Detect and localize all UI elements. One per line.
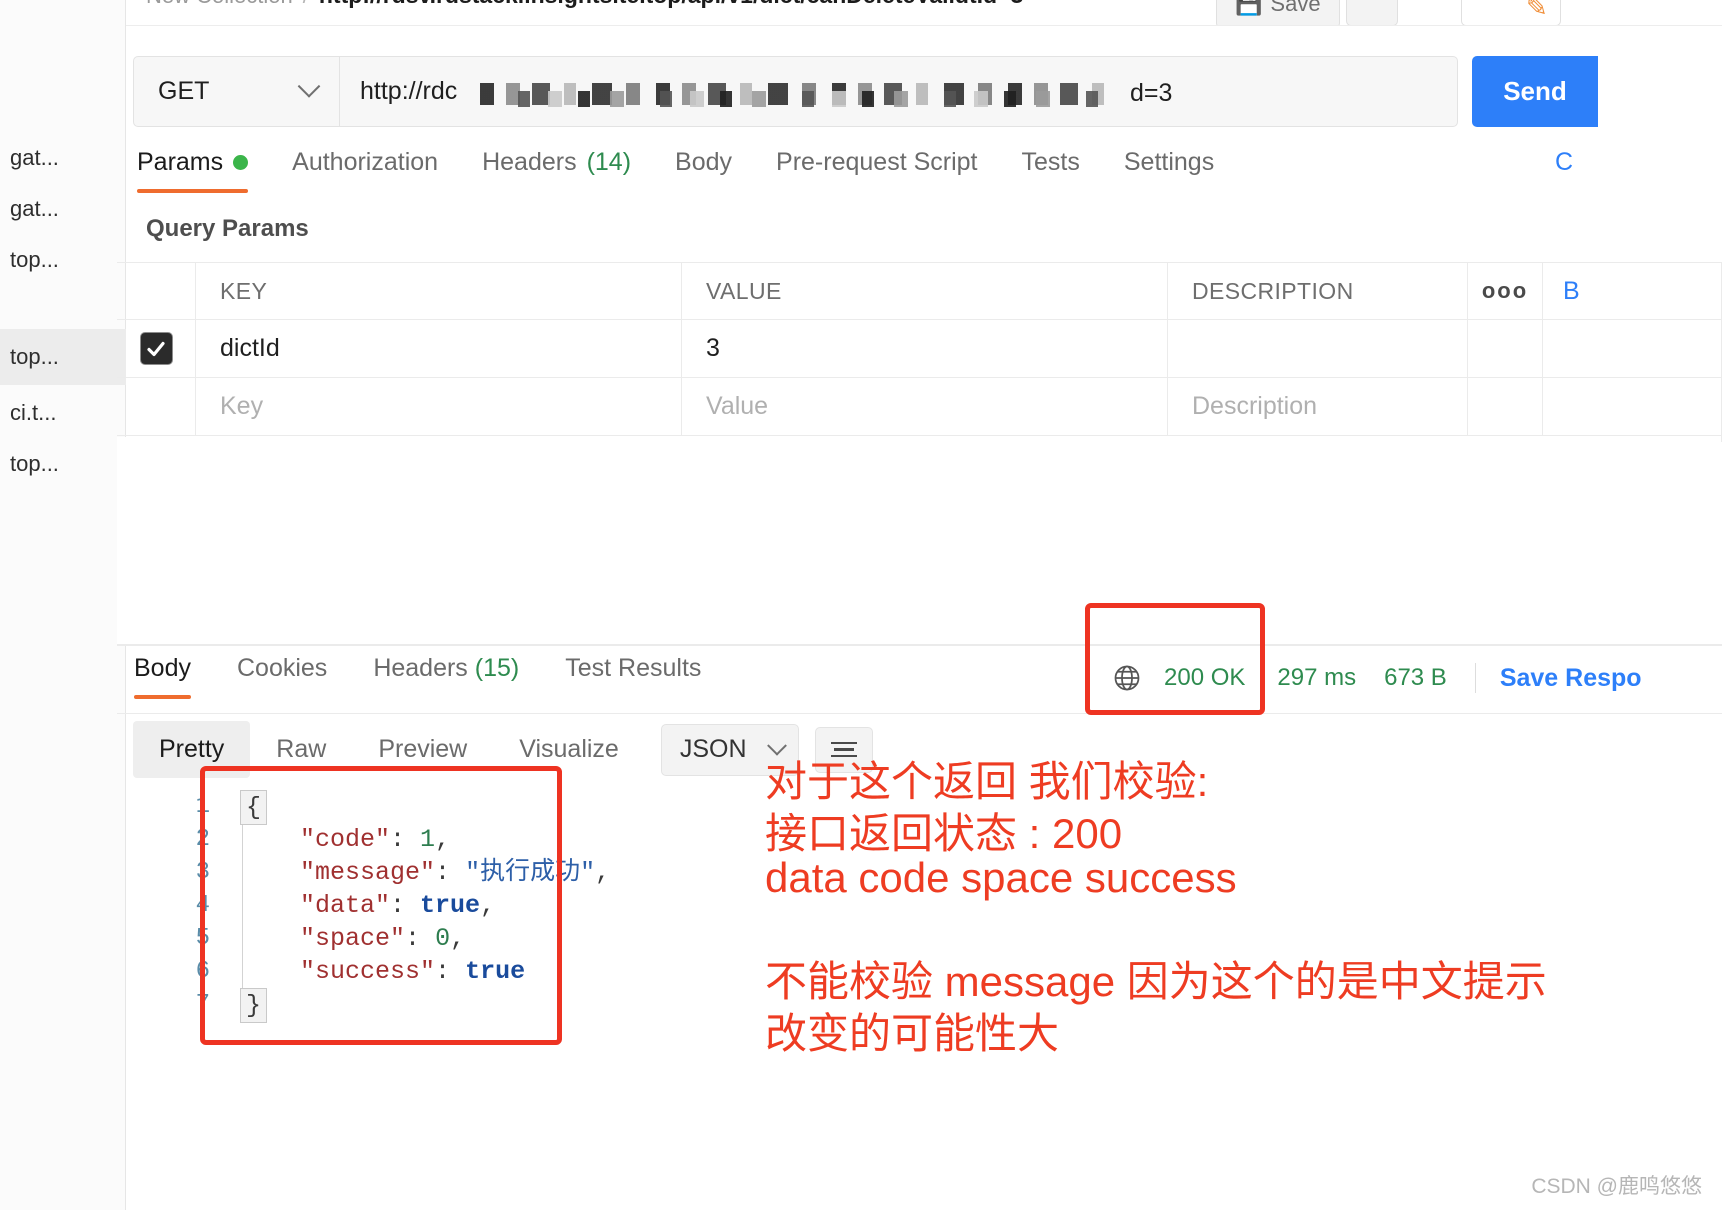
url-suffix-text: d=3: [1130, 79, 1173, 107]
sidebar-item-4[interactable]: ci.t...: [0, 385, 126, 441]
header-checkbox-cell: [117, 263, 196, 319]
annotation-line-3: data code space success: [765, 854, 1237, 901]
response-tabs: Body Cookies Headers (15) Test Results: [134, 654, 747, 699]
sidebar-item-label: top...: [10, 247, 59, 272]
edit-pencil-icon[interactable]: ✎: [1526, 0, 1548, 23]
row-value-value[interactable]: 3: [706, 334, 720, 363]
format-tab-preview-label: Preview: [378, 735, 468, 763]
tab-pre-request-script[interactable]: Pre-request Script: [776, 148, 999, 193]
tab-authorization-label: Authorization: [292, 148, 439, 176]
response-tab-test-results-label: Test Results: [565, 654, 702, 682]
query-params-table: KEY VALUE DESCRIPTION ooo B dictId 3 Key…: [117, 262, 1722, 436]
annotation-line-2: 接口返回状态 : 200: [765, 810, 1123, 857]
request-tabs: Params Authorization Headers (14) Body P…: [137, 148, 1258, 193]
send-button[interactable]: Send: [1472, 56, 1598, 127]
sidebar-item-label: top...: [10, 344, 59, 369]
url-bar: GET http://rdc d=3: [133, 56, 1458, 127]
annotation-line-5: 改变的可能性大: [765, 1010, 1060, 1057]
annotation-box-json: [200, 766, 562, 1045]
url-prefix-text: http://rdc: [360, 77, 458, 105]
format-tab-visualize-label: Visualize: [519, 735, 619, 763]
tab-params-label: Params: [137, 148, 224, 176]
tab-tests[interactable]: Tests: [1022, 148, 1102, 193]
status-time: 297 ms: [1277, 664, 1357, 691]
tab-settings[interactable]: Settings: [1124, 148, 1236, 193]
url-input[interactable]: http://rdc d=3: [340, 56, 1458, 127]
sidebar-item-2[interactable]: top...: [0, 232, 126, 288]
table-row-empty[interactable]: Key Value Description: [117, 378, 1722, 436]
table-header-row: KEY VALUE DESCRIPTION ooo B: [117, 263, 1722, 320]
sidebar: gat... gat... top... top... ci.t... top.…: [0, 0, 126, 1210]
table-options-icon[interactable]: ooo: [1482, 278, 1528, 304]
save-options-button[interactable]: [1346, 0, 1398, 25]
new-value-input[interactable]: Value: [706, 392, 768, 421]
response-tab-body[interactable]: Body: [134, 654, 191, 699]
tab-headers-label: Headers: [482, 148, 577, 176]
new-key-input[interactable]: Key: [220, 392, 263, 421]
http-method-select[interactable]: GET: [133, 56, 340, 127]
sidebar-item-label: gat...: [10, 145, 59, 170]
breadcrumb-request-title: http://rdsv.rdstacklinsightsite.top/api/…: [319, 0, 1023, 9]
tab-pre-request-script-label: Pre-request Script: [776, 148, 978, 176]
save-icon: 💾: [1235, 0, 1263, 16]
save-button[interactable]: 💾 Save: [1216, 0, 1340, 25]
breadcrumb: New Collection / http://rdsv.rdstacklins…: [126, 0, 1722, 26]
query-params-label: Query Params: [146, 215, 309, 242]
column-header-value: VALUE: [706, 277, 782, 304]
chevron-down-icon: [297, 74, 321, 98]
save-button-label: Save: [1270, 0, 1321, 16]
response-top-divider: [117, 645, 1722, 646]
request-empty-area: [117, 437, 1722, 645]
sidebar-item-0[interactable]: gat...: [0, 130, 126, 186]
response-tab-cookies-label: Cookies: [236, 654, 328, 682]
url-redacted-overlay-2: [500, 91, 1100, 107]
response-tab-headers-count: (15): [474, 654, 520, 682]
tab-headers-count: (14): [586, 148, 632, 176]
json-token: ,: [595, 858, 611, 887]
response-language-label: JSON: [679, 735, 747, 763]
breadcrumb-separator: /: [303, 0, 309, 9]
row-key-value[interactable]: dictId: [220, 334, 280, 363]
table-row[interactable]: dictId 3: [117, 320, 1722, 378]
sidebar-item-label: gat...: [10, 196, 59, 221]
tab-body[interactable]: Body: [675, 148, 754, 193]
tab-body-label: Body: [675, 148, 733, 176]
save-response-button[interactable]: Save Respo: [1500, 664, 1642, 693]
tab-params[interactable]: Params: [137, 148, 270, 193]
tab-headers[interactable]: Headers (14): [482, 148, 653, 193]
annotation-box-status: [1085, 603, 1265, 715]
format-tab-pretty-label: Pretty: [159, 735, 225, 763]
sidebar-item-label: top...: [10, 451, 59, 476]
sidebar-item-label: ci.t...: [10, 400, 57, 425]
status-divider: [1474, 663, 1476, 693]
response-tab-test-results[interactable]: Test Results: [565, 654, 701, 699]
response-tab-headers-label: Headers: [373, 654, 468, 682]
tab-authorization[interactable]: Authorization: [292, 148, 460, 193]
response-tab-body-label: Body: [134, 654, 191, 682]
send-button-label: Send: [1503, 76, 1567, 106]
response-tab-cookies[interactable]: Cookies: [237, 654, 327, 699]
column-header-key: KEY: [220, 277, 268, 304]
tab-settings-label: Settings: [1123, 148, 1215, 176]
response-tabs-divider: [117, 713, 1722, 714]
response-tab-headers[interactable]: Headers (15): [373, 654, 519, 699]
new-description-input[interactable]: Description: [1192, 392, 1317, 421]
cookies-link[interactable]: C: [1555, 148, 1573, 177]
postman-window: gat... gat... top... top... ci.t... top.…: [0, 0, 1722, 1210]
sidebar-item-5[interactable]: top...: [0, 436, 126, 492]
bulk-edit-link[interactable]: B: [1563, 277, 1580, 306]
http-method-label: GET: [158, 77, 210, 105]
tab-tests-label: Tests: [1021, 148, 1080, 176]
sidebar-item-1[interactable]: gat...: [0, 181, 126, 237]
params-active-dot-icon: [233, 155, 249, 170]
status-size: 673 B: [1384, 664, 1447, 691]
watermark: CSDN @鹿鸣悠悠: [1531, 1175, 1702, 1198]
breadcrumb-collection[interactable]: New Collection: [146, 0, 293, 9]
column-header-description: DESCRIPTION: [1192, 277, 1354, 304]
row-checkbox[interactable]: [139, 332, 173, 365]
sidebar-item-3[interactable]: top...: [0, 329, 126, 385]
format-tab-raw-label: Raw: [276, 735, 327, 763]
